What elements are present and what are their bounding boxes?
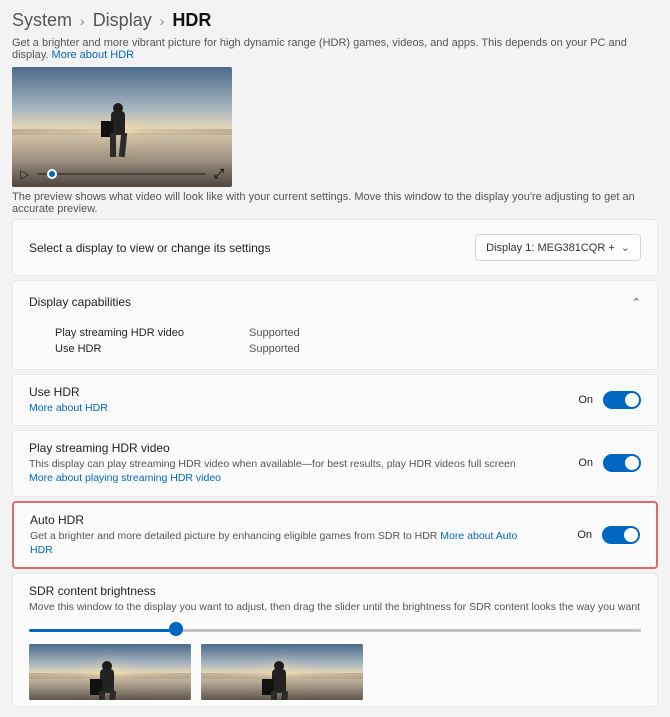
chevron-right-icon: › xyxy=(160,13,165,29)
cap-row-key: Use HDR xyxy=(55,343,225,355)
display-capabilities-expander[interactable]: Display capabilities ⌃ xyxy=(13,281,657,323)
cap-row-key: Play streaming HDR video xyxy=(55,327,225,339)
stream-hdr-sub: This display can play streaming HDR vide… xyxy=(29,458,516,470)
breadcrumb-system[interactable]: System xyxy=(12,10,72,31)
more-about-hdr-link[interactable]: More about HDR xyxy=(52,49,135,61)
use-hdr-link[interactable]: More about HDR xyxy=(29,402,108,414)
breadcrumb-display[interactable]: Display xyxy=(93,10,152,31)
sdr-brightness-sub: Move this window to the display you want… xyxy=(29,600,641,614)
auto-hdr-sub: Get a brighter and more detailed picture… xyxy=(30,530,440,542)
fullscreen-icon[interactable]: ⤢ xyxy=(214,166,224,182)
intro-text: Get a brighter and more vibrant picture … xyxy=(12,37,658,61)
sdr-brightness-title: SDR content brightness xyxy=(29,584,641,598)
sdr-brightness-slider[interactable] xyxy=(29,620,641,638)
stream-hdr-link[interactable]: More about playing streaming HDR video xyxy=(29,472,221,484)
chevron-up-icon: ⌃ xyxy=(632,296,641,309)
use-hdr-state: On xyxy=(578,394,593,406)
cap-row-value: Supported xyxy=(249,327,300,339)
video-progress-slider[interactable] xyxy=(37,173,205,175)
breadcrumb: System › Display › HDR xyxy=(12,10,658,31)
auto-hdr-state: On xyxy=(577,529,592,541)
display-capabilities-title: Display capabilities xyxy=(29,295,131,309)
chevron-right-icon: › xyxy=(80,13,85,29)
display-selector-dropdown[interactable]: Display 1: MEG381CQR + ⌄ xyxy=(475,234,641,261)
use-hdr-title: Use HDR xyxy=(29,385,108,399)
select-display-label: Select a display to view or change its s… xyxy=(29,241,270,255)
stream-hdr-toggle[interactable] xyxy=(603,454,641,472)
use-hdr-toggle[interactable] xyxy=(603,391,641,409)
preview-note: The preview shows what video will look l… xyxy=(12,191,658,215)
display-selector-value: Display 1: MEG381CQR + xyxy=(486,242,615,254)
stream-hdr-title: Play streaming HDR video xyxy=(29,441,539,455)
auto-hdr-title: Auto HDR xyxy=(30,513,540,527)
hdr-preview-video[interactable]: ▷ ⤢ xyxy=(12,67,232,187)
sdr-preview-left xyxy=(29,644,191,700)
stream-hdr-state: On xyxy=(578,457,593,469)
play-icon[interactable]: ▷ xyxy=(20,167,29,181)
capabilities-table: Play streaming HDR video Supported Use H… xyxy=(13,323,657,369)
breadcrumb-hdr: HDR xyxy=(172,10,211,31)
cap-row-value: Supported xyxy=(249,343,300,355)
sdr-preview-right xyxy=(201,644,363,700)
auto-hdr-highlight: Auto HDR Get a brighter and more detaile… xyxy=(12,501,658,569)
auto-hdr-toggle[interactable] xyxy=(602,526,640,544)
chevron-down-icon: ⌄ xyxy=(621,241,630,254)
